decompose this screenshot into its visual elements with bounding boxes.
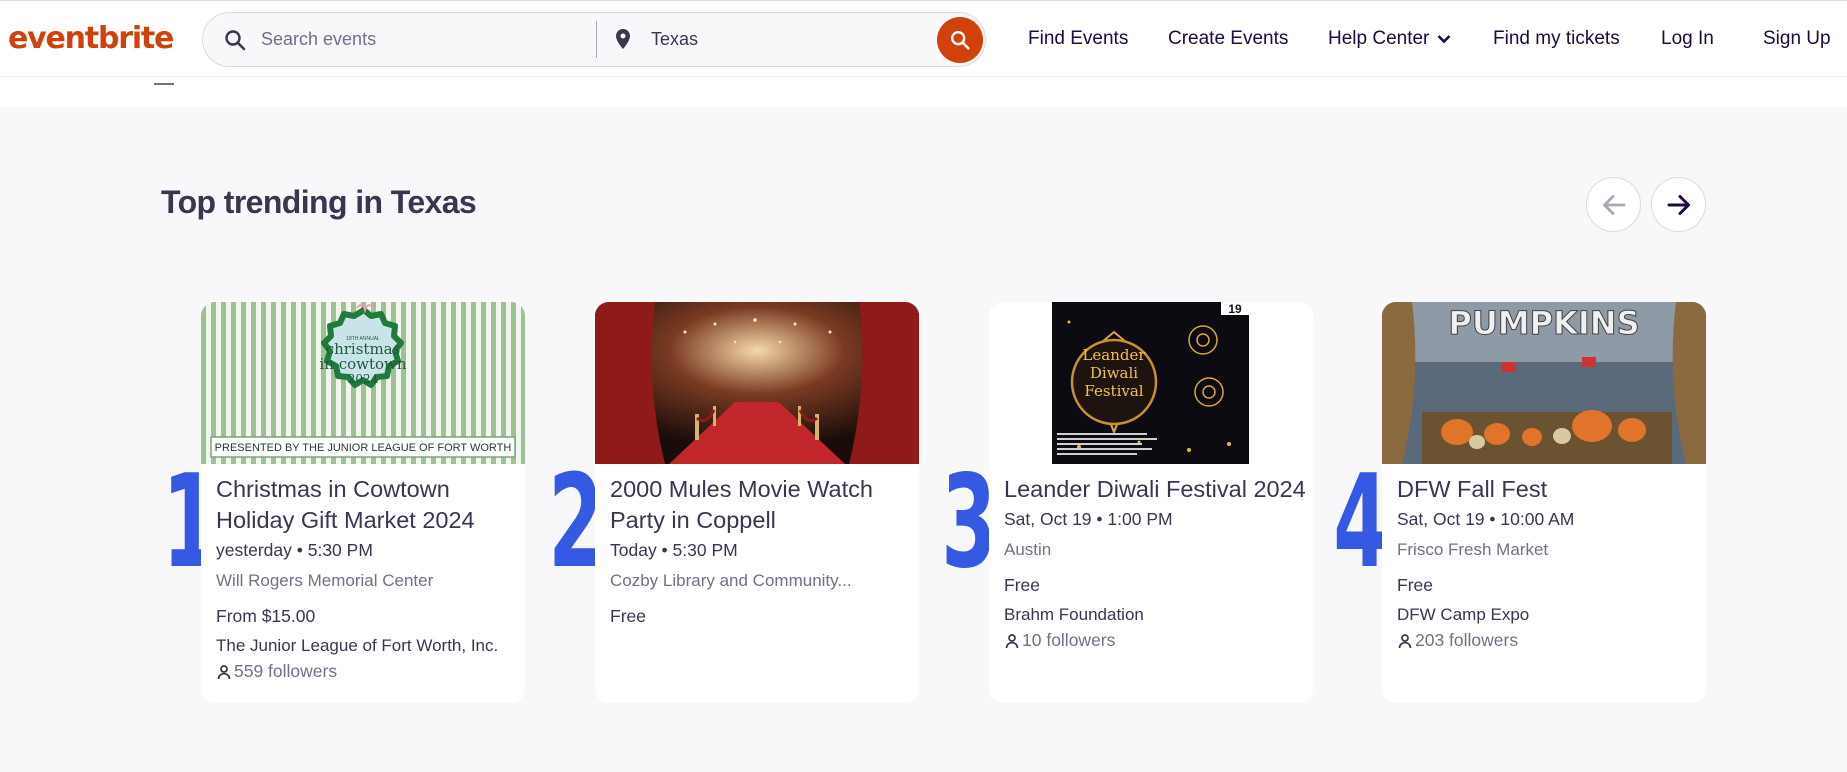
- image-date-badge: 19: [1228, 302, 1242, 316]
- nav-find-my-tickets[interactable]: Find my tickets: [1493, 27, 1620, 51]
- event-organizer[interactable]: DFW Camp Expo: [1397, 604, 1529, 626]
- event-price: Free: [1004, 575, 1040, 595]
- event-price: Free: [1397, 575, 1433, 595]
- carousel-next-button[interactable]: [1651, 177, 1706, 232]
- nav-help-center[interactable]: Help Center: [1328, 27, 1451, 51]
- organizer-followers: 10 followers: [1004, 629, 1115, 651]
- search-icon: [951, 31, 970, 50]
- image-pumpkins-sign: PUMPKINS: [1448, 304, 1639, 342]
- event-card[interactable]: 18TH ANNUAL christmas in cowtown 2024 PR…: [201, 302, 525, 703]
- chevron-down-icon: [1437, 35, 1451, 44]
- location-input[interactable]: [651, 13, 921, 66]
- image-title-line2: in cowtown: [319, 355, 406, 373]
- person-icon: [1398, 634, 1412, 649]
- organizer-followers: 203 followers: [1397, 629, 1518, 651]
- arrow-left-icon: [1603, 195, 1626, 215]
- event-date: Sat, Oct 19 • 1:00 PM: [1004, 509, 1173, 529]
- person-icon: [217, 665, 231, 680]
- search-bar: [202, 12, 986, 67]
- event-price: Free: [610, 606, 646, 626]
- image-line3: Festival: [1084, 382, 1143, 400]
- followers-count: 203 followers: [1415, 630, 1519, 650]
- event-title[interactable]: Christmas in Cowtown Holiday Gift Market…: [216, 474, 521, 536]
- rank-number: 3: [941, 448, 997, 597]
- event-date: yesterday • 5:30 PM: [216, 540, 373, 560]
- event-image[interactable]: 18TH ANNUAL christmas in cowtown 2024 PR…: [201, 302, 525, 464]
- nav-log-in[interactable]: Log In: [1661, 27, 1714, 51]
- nav-find-events[interactable]: Find Events: [1028, 27, 1128, 51]
- image-year: 2024: [348, 372, 379, 386]
- event-card[interactable]: 19 Leander Diwali Festival Leander Diwal…: [989, 302, 1313, 703]
- image-banner-text: PRESENTED BY THE JUNIOR LEAGUE OF FORT W…: [215, 442, 512, 454]
- carousel-prev-button[interactable]: [1586, 177, 1641, 232]
- event-venue: Will Rogers Memorial Center: [216, 571, 434, 590]
- event-card[interactable]: PUMPKINS DFW Fall Fest Sat, Oct 19 • 10:…: [1382, 302, 1706, 703]
- subnav-strip: [0, 77, 1847, 107]
- top-nav-bar: eventbrite Find Events Create Events Hel…: [0, 0, 1847, 77]
- rank-number: 2: [548, 448, 604, 597]
- person-icon: [1005, 634, 1019, 649]
- followers-count: 10 followers: [1022, 630, 1116, 650]
- event-image[interactable]: 19 Leander Diwali Festival: [989, 302, 1313, 464]
- event-date: Today • 5:30 PM: [610, 540, 738, 560]
- event-organizer[interactable]: The Junior League of Fort Worth, Inc.: [216, 635, 498, 657]
- section-title: Top trending in Texas: [161, 184, 477, 220]
- event-image[interactable]: [595, 302, 919, 464]
- rank-number: 4: [1333, 448, 1389, 597]
- eventbrite-logo[interactable]: eventbrite: [8, 19, 174, 59]
- event-date: Sat, Oct 19 • 10:00 AM: [1397, 509, 1575, 529]
- event-price: From $15.00: [216, 606, 316, 626]
- search-divider: [596, 21, 597, 58]
- event-image[interactable]: PUMPKINS: [1382, 302, 1706, 464]
- event-title[interactable]: 2000 Mules Movie Watch Party in Coppell: [610, 474, 915, 536]
- image-line1: Leander: [1082, 346, 1146, 364]
- search-icon: [225, 30, 246, 51]
- nav-sign-up[interactable]: Sign Up: [1763, 27, 1831, 51]
- event-title[interactable]: DFW Fall Fest: [1397, 474, 1702, 505]
- nav-help-center-label: Help Center: [1328, 28, 1430, 49]
- subnav-indicator: [154, 83, 174, 85]
- location-pin-icon: [616, 29, 630, 49]
- nav-create-events[interactable]: Create Events: [1168, 27, 1288, 51]
- search-submit-button[interactable]: [937, 17, 983, 63]
- event-title[interactable]: Leander Diwali Festival 2024: [1004, 474, 1309, 505]
- event-venue: Austin: [1004, 540, 1052, 559]
- followers-count: 559 followers: [234, 661, 338, 681]
- arrow-right-icon: [1667, 195, 1690, 215]
- event-venue: Frisco Fresh Market: [1397, 540, 1549, 559]
- event-card[interactable]: 2000 Mules Movie Watch Party in Coppell …: [595, 302, 919, 703]
- event-venue: Cozby Library and Community...: [610, 571, 852, 590]
- event-organizer[interactable]: Brahm Foundation: [1004, 604, 1144, 626]
- organizer-followers: 559 followers: [216, 660, 337, 682]
- image-line2: Diwali: [1090, 364, 1138, 382]
